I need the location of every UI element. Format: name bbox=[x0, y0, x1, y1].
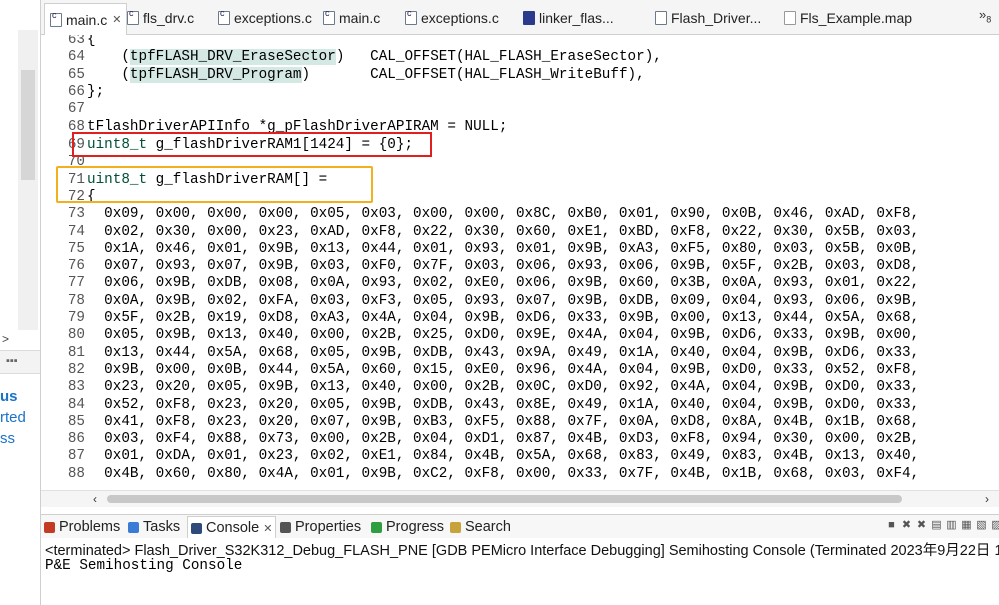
linker-file-icon bbox=[523, 11, 535, 25]
tab-progress[interactable]: Progress bbox=[371, 517, 444, 537]
code-text: 0x4B, 0x60, 0x80, 0x4A, 0x01, 0x9B, 0xC2… bbox=[87, 465, 920, 482]
console-toolbar: ■ ✖ ✖ ▤ ▥ ▦ ▧ ▨ bbox=[886, 519, 999, 531]
tab-linker-file[interactable]: linker_flas... bbox=[523, 4, 614, 32]
code-line: 88 0x4B, 0x60, 0x80, 0x4A, 0x01, 0x9B, 0… bbox=[41, 464, 999, 484]
tab-overflow-button[interactable]: »8 bbox=[979, 7, 991, 25]
tasks-icon bbox=[128, 521, 139, 533]
console-icon bbox=[191, 522, 202, 534]
map-file-icon bbox=[784, 11, 796, 25]
c-file-icon bbox=[50, 10, 62, 27]
scrollbar-thumb[interactable] bbox=[107, 495, 902, 503]
left-scrollbar-thumb[interactable] bbox=[21, 70, 35, 180]
tab-overflow-count: 8 bbox=[986, 14, 992, 25]
tab-label: Tasks bbox=[143, 519, 181, 535]
scroll-lock-icon[interactable]: ▥ bbox=[946, 519, 957, 531]
editor-tab-bar: main.c ✕ fls_drv.c exceptions.c main.c e… bbox=[41, 0, 999, 35]
clear-console-icon[interactable]: ▤ bbox=[931, 519, 942, 531]
tab-exceptions-c[interactable]: exceptions.c bbox=[218, 4, 312, 32]
tab-label: main.c bbox=[66, 11, 108, 28]
tab-flash-driver[interactable]: Flash_Driver... bbox=[655, 4, 761, 32]
problems-icon bbox=[44, 521, 55, 533]
yellow-highlight-box bbox=[56, 166, 373, 203]
c-file-icon bbox=[405, 8, 417, 25]
tab-label: Fls_Example.map bbox=[800, 10, 913, 26]
scroll-right-icon[interactable]: › bbox=[985, 492, 989, 506]
tab-problems[interactable]: Problems bbox=[44, 517, 120, 537]
red-highlight-box bbox=[72, 132, 432, 157]
close-icon[interactable]: ✕ bbox=[263, 522, 272, 535]
left-panel-splitter[interactable]: ▪▪▪ bbox=[0, 350, 40, 374]
tab-search[interactable]: Search bbox=[450, 517, 511, 537]
tab-label: Console bbox=[206, 520, 260, 536]
tab-label: linker_flas... bbox=[539, 10, 614, 26]
left-vertical-scrollbar[interactable] bbox=[18, 30, 38, 330]
editor-horizontal-scrollbar[interactable]: ‹ › bbox=[41, 490, 999, 507]
tab-label: Search bbox=[465, 519, 511, 535]
occurrence-highlight: tpfFLASH_DRV_Program bbox=[129, 66, 302, 83]
tab-label: exceptions.c bbox=[421, 10, 499, 26]
left-fragment: ss bbox=[0, 430, 15, 447]
console-status: <terminated> Flash_Driver_S32K312_Debug_… bbox=[45, 543, 999, 559]
console-view[interactable]: <terminated> Flash_Driver_S32K312_Debug_… bbox=[41, 538, 999, 605]
bottom-panel-tabs: Problems Tasks Console ✕ Properties Prog… bbox=[41, 514, 999, 539]
properties-icon bbox=[280, 521, 291, 533]
tab-label: exceptions.c bbox=[234, 10, 312, 26]
code-editor[interactable]: 63{ 64 (tpfFLASH_DRV_EraseSector) CAL_OF… bbox=[41, 35, 999, 490]
left-fragment: rted bbox=[0, 409, 26, 426]
tab-label: Properties bbox=[295, 519, 362, 535]
remove-launch-icon[interactable]: ✖ bbox=[901, 519, 912, 531]
tab-label: fls_drv.c bbox=[143, 10, 195, 26]
c-file-icon bbox=[127, 8, 139, 25]
stop-icon[interactable]: ■ bbox=[886, 519, 897, 531]
scroll-left-icon[interactable]: ‹ bbox=[93, 492, 97, 506]
tab-label: main.c bbox=[339, 10, 381, 26]
tab-tasks[interactable]: Tasks bbox=[128, 517, 180, 537]
tab-main-c[interactable]: main.c ✕ bbox=[44, 3, 128, 35]
splitter-grip-icon: ▪▪▪ bbox=[6, 355, 18, 367]
tab-main-c-2[interactable]: main.c bbox=[323, 4, 380, 32]
tab-properties[interactable]: Properties bbox=[280, 517, 361, 537]
display-console-icon[interactable]: ▨ bbox=[991, 519, 999, 531]
c-file-icon bbox=[218, 8, 230, 25]
progress-icon bbox=[371, 521, 382, 533]
tab-fls-example-map[interactable]: Fls_Example.map bbox=[784, 4, 912, 32]
left-fragment: us bbox=[0, 388, 18, 405]
tab-console[interactable]: Console ✕ bbox=[187, 516, 277, 539]
tab-label: Flash_Driver... bbox=[671, 10, 762, 26]
remove-all-icon[interactable]: ✖ bbox=[916, 519, 927, 531]
close-icon[interactable]: ✕ bbox=[112, 13, 121, 26]
word-wrap-icon[interactable]: ▦ bbox=[961, 519, 972, 531]
left-panel: > ▪▪▪ us rted ss bbox=[0, 0, 40, 605]
pin-console-icon[interactable]: ▧ bbox=[976, 519, 987, 531]
tab-label: Progress bbox=[386, 519, 445, 535]
line-number: 88 bbox=[67, 465, 85, 482]
file-icon bbox=[655, 11, 667, 25]
tab-label: Problems bbox=[59, 519, 121, 535]
tab-fls-drv-c[interactable]: fls_drv.c bbox=[127, 4, 194, 32]
left-panel-text: us rted ss bbox=[0, 386, 26, 449]
c-file-icon bbox=[323, 8, 335, 25]
tab-exceptions-c-2[interactable]: exceptions.c bbox=[405, 4, 499, 32]
search-icon bbox=[450, 521, 461, 533]
scroll-right-arrow-icon[interactable]: > bbox=[2, 332, 9, 346]
console-output: P&E Semihosting Console bbox=[45, 558, 243, 574]
occurrence-highlight: tpfFLASH_DRV_EraseSector bbox=[129, 49, 336, 66]
